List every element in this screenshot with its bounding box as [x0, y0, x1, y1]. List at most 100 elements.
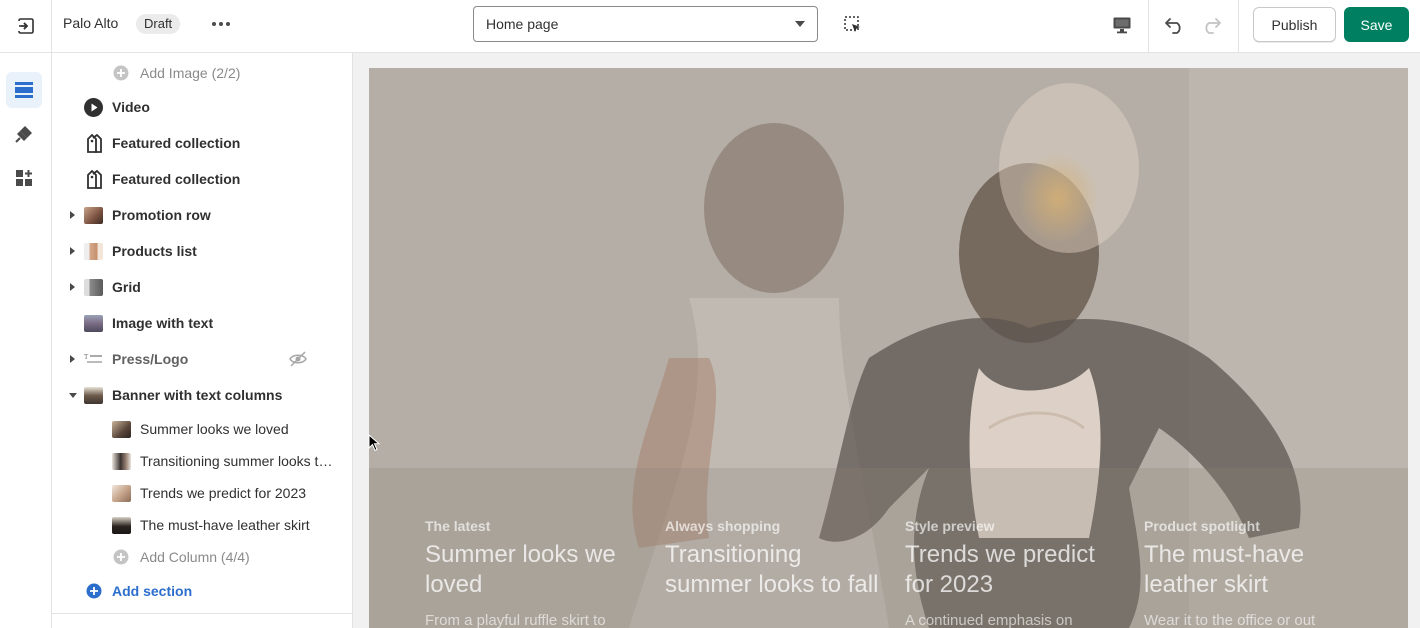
block-row[interactable]: Transitioning summer looks to fall	[52, 445, 352, 477]
banner-preview[interactable]: The latest Summer looks we loved From a …	[369, 68, 1408, 628]
promotion-thumbnail	[84, 207, 103, 224]
block-row[interactable]: Summer looks we loved	[52, 413, 352, 445]
publish-button[interactable]: Publish	[1253, 7, 1336, 42]
banner-column[interactable]: The latest Summer looks we loved From a …	[425, 518, 645, 628]
add-image-label: Add Image (2/2)	[140, 65, 241, 81]
block-label: Summer looks we loved	[140, 421, 289, 437]
products-thumbnail	[84, 243, 103, 260]
add-circle-icon	[113, 65, 129, 81]
add-image-row[interactable]: Add Image (2/2)	[52, 57, 352, 89]
banner-column[interactable]: Product spotlight The must-have leather …	[1144, 518, 1364, 628]
editor-topbar: Palo Alto Draft Home page Publish Save	[0, 0, 1420, 53]
toolbar-divider	[1238, 0, 1239, 52]
more-actions-button[interactable]	[206, 12, 236, 36]
device-preview-button[interactable]	[1106, 10, 1138, 40]
page-selector-value: Home page	[486, 16, 559, 32]
block-thumbnail	[112, 485, 131, 502]
exit-icon	[17, 18, 34, 34]
desktop-icon	[1113, 17, 1131, 34]
inspector-toggle-button[interactable]	[838, 10, 868, 40]
tag-collection-icon	[87, 170, 102, 189]
column-body: From a playful ruffle skirt to	[425, 612, 606, 628]
column-eyebrow: Style preview	[905, 518, 995, 534]
block-thumbnail	[112, 421, 131, 438]
rail-apps-button[interactable]	[6, 160, 42, 196]
undo-icon	[1165, 18, 1181, 34]
undo-button[interactable]	[1160, 10, 1190, 40]
add-section-button[interactable]: Add section	[52, 575, 352, 607]
section-label: Products list	[112, 243, 197, 259]
save-button[interactable]: Save	[1344, 7, 1409, 42]
section-label: Video	[112, 99, 150, 115]
column-heading: Summer looks we loved	[425, 541, 616, 598]
column-heading: The must-have leather skirt	[1144, 541, 1305, 598]
block-row[interactable]: The must-have leather skirt	[52, 509, 352, 541]
store-name: Palo Alto	[63, 15, 119, 31]
block-label: Trends we predict for 2023	[140, 485, 307, 501]
app-blocks-icon	[16, 170, 32, 186]
add-column-row[interactable]: Add Column (4/4)	[52, 541, 352, 573]
editor-nav-rail	[0, 53, 52, 628]
press-logo-thumbnail: T	[84, 351, 103, 368]
panel-divider	[52, 613, 352, 614]
image-thumbnail	[84, 315, 103, 332]
section-row-featured-collection[interactable]: Featured collection	[52, 127, 352, 159]
section-row-press-logo[interactable]: T Press/Logo	[52, 343, 352, 375]
section-row-promotion-row[interactable]: Promotion row	[52, 199, 352, 231]
section-row-banner-with-text-columns[interactable]: Banner with text columns	[52, 379, 352, 411]
exit-editor-button[interactable]	[0, 0, 52, 52]
banner-column[interactable]: Always shopping Transitioning summer loo…	[665, 518, 885, 612]
banner-thumbnail	[84, 387, 103, 404]
select-inspector-icon	[844, 16, 860, 32]
expand-caret-icon[interactable]	[70, 247, 75, 255]
section-row-products-list[interactable]: Products list	[52, 235, 352, 267]
column-heading: Transitioning summer looks to fall	[665, 541, 879, 598]
add-circle-icon	[113, 549, 129, 565]
toolbar-divider	[1148, 0, 1149, 52]
column-eyebrow: Product spotlight	[1144, 518, 1260, 534]
column-body: A continued emphasis on	[905, 612, 1073, 628]
add-section-label: Add section	[112, 583, 193, 599]
section-row-video[interactable]: Video	[52, 91, 352, 123]
chevron-down-icon	[795, 21, 805, 27]
block-thumbnail	[112, 517, 131, 534]
section-row-grid[interactable]: Grid	[52, 271, 352, 303]
section-row-image-with-text[interactable]: Image with text	[52, 307, 352, 339]
block-label: The must-have leather skirt	[140, 517, 310, 533]
redo-icon	[1205, 18, 1221, 34]
section-label: Image with text	[112, 315, 214, 331]
column-heading: Trends we predict for 2023	[905, 541, 1095, 598]
collapse-caret-icon[interactable]	[69, 393, 77, 398]
add-column-label: Add Column (4/4)	[140, 549, 250, 565]
expand-caret-icon[interactable]	[70, 211, 75, 219]
section-label: Promotion row	[112, 207, 211, 223]
section-label: Grid	[112, 279, 141, 295]
grid-thumbnail	[84, 279, 103, 296]
redo-button[interactable]	[1196, 10, 1226, 40]
expand-caret-icon[interactable]	[70, 355, 75, 363]
ellipsis-icon	[212, 22, 230, 26]
sections-panel: Add Image (2/2) Video Featured collectio…	[52, 53, 353, 628]
section-label: Press/Logo	[112, 351, 189, 367]
theme-settings-brush-icon	[15, 126, 32, 143]
block-label: Transitioning summer looks to fall	[140, 453, 340, 469]
block-row[interactable]: Trends we predict for 2023	[52, 477, 352, 509]
expand-caret-icon[interactable]	[70, 283, 75, 291]
tag-collection-icon	[87, 134, 102, 153]
block-thumbnail	[112, 453, 131, 470]
column-body: Wear it to the office or out	[1144, 612, 1316, 628]
section-label: Featured collection	[112, 171, 241, 187]
banner-column[interactable]: Style preview Trends we predict for 2023…	[905, 518, 1125, 628]
rail-theme-settings-button[interactable]	[6, 116, 42, 152]
page-selector[interactable]: Home page	[473, 6, 818, 42]
section-label: Featured collection	[112, 135, 241, 151]
add-circle-icon	[86, 583, 102, 599]
column-eyebrow: Always shopping	[665, 518, 781, 534]
mouse-cursor-icon	[368, 434, 380, 452]
section-label: Banner with text columns	[112, 387, 283, 403]
play-circle-icon	[84, 98, 103, 117]
section-row-featured-collection[interactable]: Featured collection	[52, 163, 352, 195]
rail-sections-button[interactable]	[6, 72, 42, 108]
sections-icon	[15, 82, 33, 98]
hidden-eye-icon[interactable]	[289, 351, 307, 367]
